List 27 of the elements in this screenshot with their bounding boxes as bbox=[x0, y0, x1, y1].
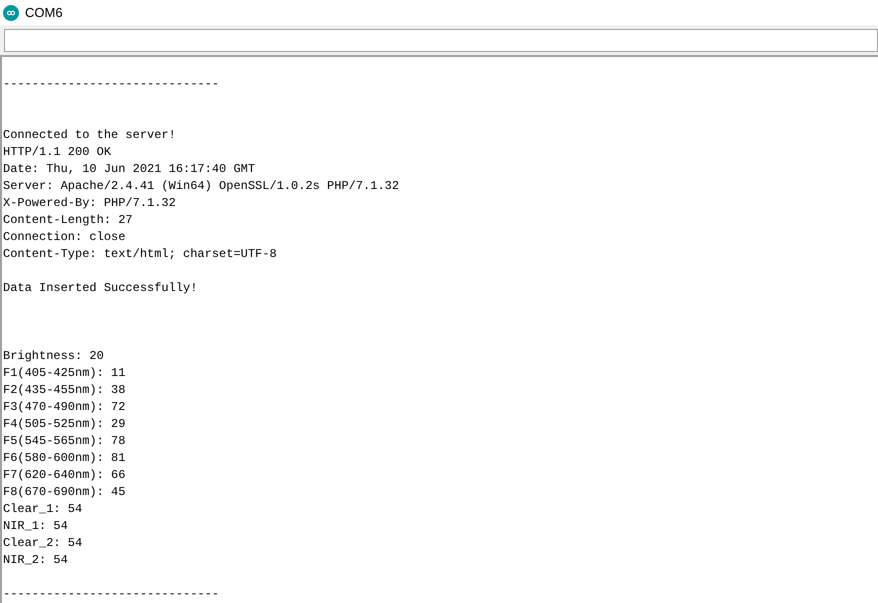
separator-line: ------------------------------ bbox=[3, 76, 220, 93]
output-line: Clear_2: 54 bbox=[3, 535, 82, 552]
output-line: Content-Type: text/html; charset=UTF-8 bbox=[3, 246, 277, 263]
output-line: Connected to the server! bbox=[3, 127, 176, 144]
output-line: F4(505-525nm): 29 bbox=[3, 416, 126, 433]
output-line: F7(620-640nm): 66 bbox=[3, 467, 126, 484]
output-line: F8(670-690nm): 45 bbox=[3, 484, 126, 501]
output-line: NIR_2: 54 bbox=[3, 552, 68, 569]
window-title: COM6 bbox=[25, 4, 63, 22]
output-line: NIR_1: 54 bbox=[3, 518, 68, 535]
output-line: Data Inserted Successfully! bbox=[3, 280, 198, 297]
output-line: F1(405-425nm): 11 bbox=[3, 365, 126, 382]
app-logo-icon bbox=[3, 4, 19, 20]
separator-line: ------------------------------ bbox=[3, 586, 220, 603]
output-line: Server: Apache/2.4.41 (Win64) OpenSSL/1.0.2s PHP/7.1.32 bbox=[3, 178, 400, 195]
output-line: Brightness: 20 bbox=[3, 348, 104, 365]
output-line: F5(545-565nm): 78 bbox=[3, 433, 126, 450]
send-field[interactable] bbox=[4, 28, 878, 52]
output-line: X-Powered-By: PHP/7.1.32 bbox=[3, 195, 176, 212]
output-line: F2(435-455nm): 38 bbox=[3, 382, 126, 399]
output-line: F3(470-490nm): 72 bbox=[3, 399, 126, 416]
output-line: Clear_1: 54 bbox=[3, 501, 82, 518]
output-line: Date: Thu, 10 Jun 2021 16:17:40 GMT bbox=[3, 161, 256, 178]
output-line: Connection: close bbox=[3, 229, 126, 246]
output-line: Content-Length: 27 bbox=[3, 212, 133, 229]
output-line: F6(580-600nm): 81 bbox=[3, 450, 126, 467]
output-line: HTTP/1.1 200 OK bbox=[3, 144, 112, 161]
